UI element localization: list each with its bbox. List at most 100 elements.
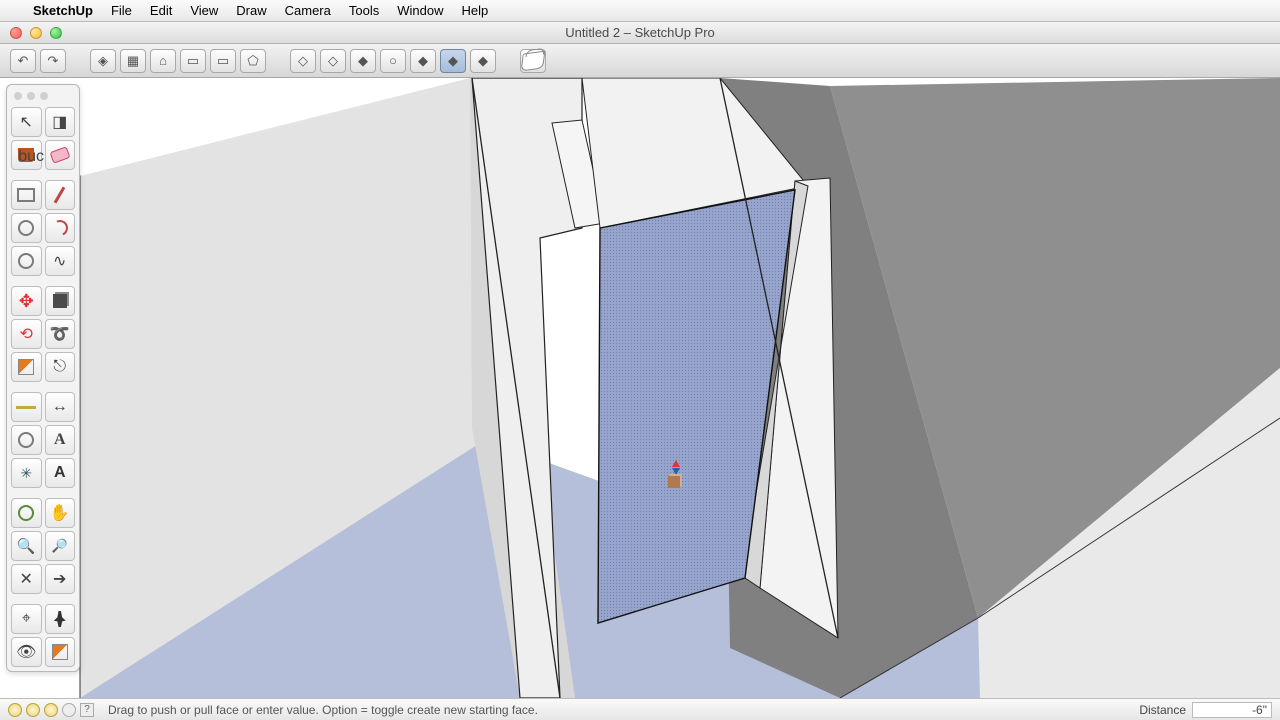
- status-hint: Drag to push or pull face or enter value…: [108, 703, 538, 717]
- scale-tool[interactable]: [11, 352, 42, 382]
- polygon-tool[interactable]: [11, 246, 42, 276]
- pan-tool[interactable]: ✋: [45, 498, 76, 528]
- 3dtext-icon: A: [54, 464, 66, 482]
- window-close-icon[interactable]: [10, 27, 22, 39]
- eraser-tool[interactable]: [45, 140, 76, 170]
- paint-icon: bucket: [18, 148, 34, 162]
- polygon-icon: [18, 253, 34, 269]
- menu-window[interactable]: Window: [388, 3, 452, 18]
- move-tool[interactable]: ✥: [11, 286, 42, 316]
- orbit-tool[interactable]: [11, 498, 42, 528]
- top-toolbar: ↶↷◈▦⌂▭▭⬠◇◇◆○◆◆◆: [0, 44, 1280, 78]
- zoom-icon: 🔍: [17, 537, 36, 555]
- redo-button[interactable]: ↷: [40, 49, 66, 73]
- window-titlebar: Untitled 2 – SketchUp Pro: [0, 22, 1280, 44]
- scale-icon: [18, 359, 34, 375]
- tape-icon: [16, 406, 36, 409]
- tape-tool[interactable]: [11, 392, 42, 422]
- paint-tool[interactable]: bucket: [11, 140, 42, 170]
- right-view-button[interactable]: ▭: [180, 49, 206, 73]
- orbit-icon: [18, 505, 34, 521]
- monochrome-button[interactable]: ◆: [440, 49, 466, 73]
- section-tool[interactable]: [45, 637, 76, 667]
- move-icon: ✥: [19, 291, 34, 312]
- window-minimize-icon[interactable]: [30, 27, 42, 39]
- app-menu[interactable]: SketchUp: [24, 3, 102, 18]
- status-geo-icon[interactable]: [8, 703, 22, 717]
- select-tool[interactable]: ↖: [11, 107, 42, 137]
- wireframe-button[interactable]: ◇: [320, 49, 346, 73]
- position-cam-tool[interactable]: ⌖: [11, 604, 42, 634]
- palette-header[interactable]: [11, 89, 75, 103]
- rectangle-tool[interactable]: [11, 180, 42, 210]
- dimension-tool[interactable]: ↔: [45, 392, 76, 422]
- status-bar: ? Drag to push or pull face or enter val…: [0, 698, 1280, 720]
- rectangle-icon: [17, 188, 35, 202]
- text-icon: A: [54, 431, 66, 449]
- menu-file[interactable]: File: [102, 3, 141, 18]
- styles-button[interactable]: ◆: [470, 49, 496, 73]
- menu-view[interactable]: View: [181, 3, 227, 18]
- model-viewport[interactable]: [0, 78, 1280, 698]
- followme-tool[interactable]: ➰: [45, 319, 76, 349]
- paint-bucket-button[interactable]: [520, 49, 546, 73]
- protractor-icon: [18, 432, 34, 448]
- zoom-tool[interactable]: 🔍: [11, 531, 42, 561]
- arc-tool[interactable]: [45, 213, 76, 243]
- zoom-ext-tool[interactable]: 🔎: [45, 531, 76, 561]
- tool-palette[interactable]: ↖◨ bucket ∿ ✥ ⟲ ➰⎋ ↔ A ✳ A ✋ 🔍 🔎 ✕➔⌖👁: [6, 84, 80, 672]
- vcb-label: Distance: [1139, 703, 1186, 717]
- text-tool[interactable]: A: [45, 425, 76, 455]
- window-title: Untitled 2 – SketchUp Pro: [0, 25, 1280, 40]
- zoom-ext-icon: 🔎: [52, 538, 68, 554]
- circle-icon: [18, 220, 34, 236]
- shaded-tex-button[interactable]: ◆: [410, 49, 436, 73]
- walk-tool[interactable]: [45, 604, 76, 634]
- protractor-tool[interactable]: [11, 425, 42, 455]
- rotate-icon: ⟲: [20, 324, 33, 344]
- pushpull-tool[interactable]: [45, 286, 76, 316]
- rotate-tool[interactable]: ⟲: [11, 319, 42, 349]
- make-comp-tool[interactable]: ◨: [45, 107, 76, 137]
- line-tool[interactable]: [45, 180, 76, 210]
- workspace: ↖◨ bucket ∿ ✥ ⟲ ➰⎋ ↔ A ✳ A ✋ 🔍 🔎 ✕➔⌖👁: [0, 78, 1280, 698]
- section-icon: [52, 644, 68, 660]
- eraser-icon: [49, 146, 70, 163]
- status-profile-icon[interactable]: [62, 703, 76, 717]
- menu-help[interactable]: Help: [452, 3, 497, 18]
- lookaround-tool[interactable]: 👁: [11, 637, 42, 667]
- next-view-tool[interactable]: ➔: [45, 564, 76, 594]
- 3dtext-tool[interactable]: A: [45, 458, 76, 488]
- offset-tool[interactable]: ⎋: [45, 352, 76, 382]
- axes-tool[interactable]: ✳: [11, 458, 42, 488]
- menu-edit[interactable]: Edit: [141, 3, 181, 18]
- prev-view-tool[interactable]: ✕: [11, 564, 42, 594]
- undo-button[interactable]: ↶: [10, 49, 36, 73]
- front-view-button[interactable]: ⌂: [150, 49, 176, 73]
- mac-menubar: SketchUp File Edit View Draw Camera Tool…: [0, 0, 1280, 22]
- window-zoom-icon[interactable]: [50, 27, 62, 39]
- back-view-button[interactable]: ▭: [210, 49, 236, 73]
- top-view-button[interactable]: ▦: [120, 49, 146, 73]
- line-icon: [54, 186, 66, 203]
- circle-tool[interactable]: [11, 213, 42, 243]
- shaded-button[interactable]: ○: [380, 49, 406, 73]
- left-view-button[interactable]: ⬠: [240, 49, 266, 73]
- pushpull-icon: [53, 294, 67, 308]
- walk-icon: [54, 611, 66, 627]
- pushpull-cursor-icon: [668, 470, 686, 488]
- hiddenline-button[interactable]: ◆: [350, 49, 376, 73]
- paint-bucket-icon: [521, 50, 546, 71]
- vcb-input[interactable]: -6": [1192, 702, 1272, 718]
- status-credits-icon[interactable]: [26, 703, 40, 717]
- menu-tools[interactable]: Tools: [340, 3, 388, 18]
- xray-button[interactable]: ◇: [290, 49, 316, 73]
- status-signin-icon[interactable]: [44, 703, 58, 717]
- status-help-icon[interactable]: ?: [80, 703, 94, 717]
- arc-icon: [49, 218, 70, 239]
- menu-draw[interactable]: Draw: [227, 3, 275, 18]
- menu-camera[interactable]: Camera: [276, 3, 340, 18]
- axes-icon: ✳: [20, 465, 32, 482]
- iso-view-button[interactable]: ◈: [90, 49, 116, 73]
- freehand-tool[interactable]: ∿: [45, 246, 76, 276]
